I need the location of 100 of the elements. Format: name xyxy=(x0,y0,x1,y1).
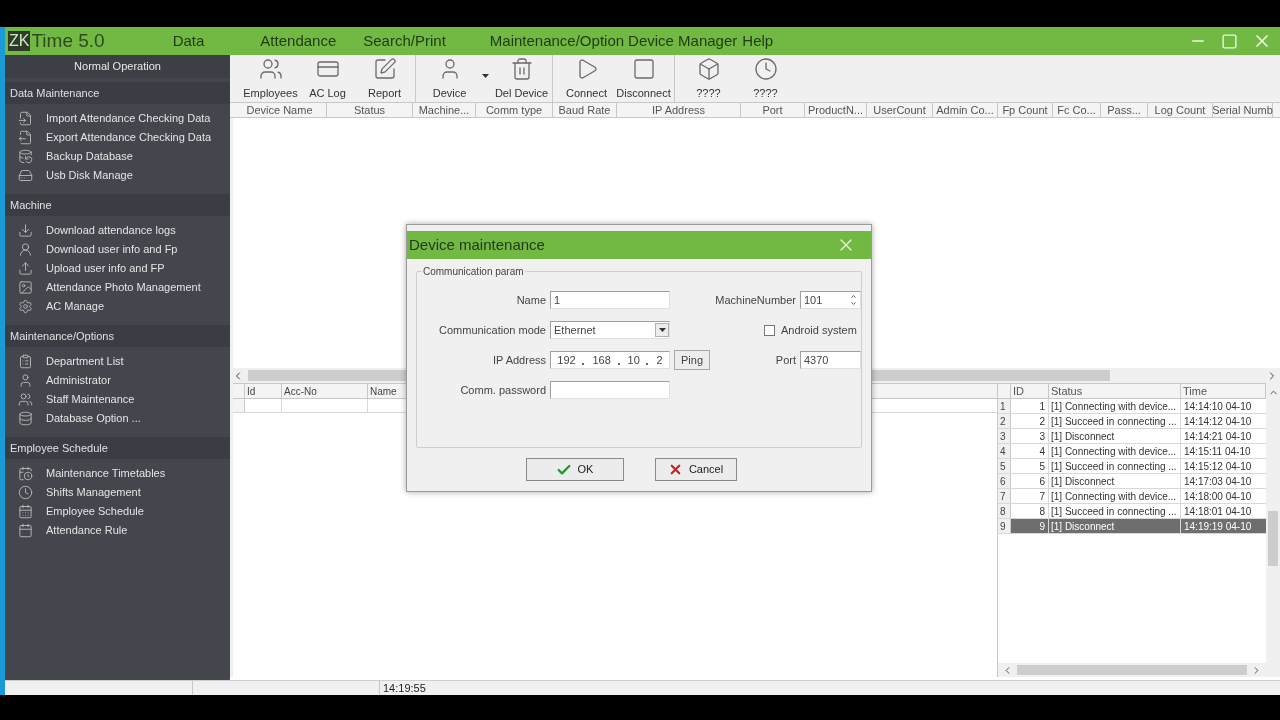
sidebar-item[interactable]: Import Attendance Checking Data xyxy=(46,110,211,127)
column-header[interactable]: Log Count xyxy=(1148,103,1213,117)
table-cell: 5 xyxy=(1011,459,1049,473)
ok-button[interactable]: OK xyxy=(525,458,624,481)
password-field[interactable] xyxy=(550,381,670,399)
menu-item[interactable]: Search/Print xyxy=(363,29,446,53)
column-header[interactable]: UserCount xyxy=(867,103,933,117)
column-header[interactable]: ProductN... xyxy=(805,103,867,117)
column-header[interactable]: Comm type xyxy=(476,103,553,117)
users-icon xyxy=(258,56,283,81)
scroll-thumb[interactable] xyxy=(1268,511,1278,566)
checkbox-label: Android system xyxy=(781,322,857,338)
log-row[interactable]: 6 6 [1] Disconnect 14:17:03 04-10 xyxy=(998,474,1266,489)
android-checkbox[interactable] xyxy=(764,324,775,336)
machine-number-spinner[interactable]: 101 xyxy=(800,291,861,309)
pencil-square-icon xyxy=(372,56,397,81)
toolbar-button[interactable]: ???? xyxy=(737,55,794,102)
log-row[interactable]: 3 3 [1] Disconnect 14:14:21 04-10 xyxy=(998,429,1266,444)
log-row[interactable]: 8 8 [1] Succeed in connecting ... 14:18:01 04-10 xyxy=(998,504,1266,519)
mode-dropdown[interactable]: Ethernet xyxy=(550,321,670,339)
row-header: 3 xyxy=(998,429,1011,443)
caret-icon xyxy=(658,328,666,332)
name-field[interactable]: 1 xyxy=(550,291,670,309)
sidebar-section-header[interactable]: Employee Schedule xyxy=(5,437,230,459)
menu-item[interactable]: Maintenance/Option xyxy=(489,29,625,53)
column-header[interactable]: Id xyxy=(245,384,282,398)
column-header[interactable]: Device Name xyxy=(233,103,327,117)
sidebar-item[interactable]: Download attendance logs xyxy=(46,222,176,239)
port-field[interactable]: 4370 xyxy=(800,351,861,369)
file-export-icon xyxy=(18,130,33,145)
sidebar-section-header[interactable]: Machine xyxy=(5,194,230,216)
menu-item[interactable]: Attendance xyxy=(260,29,337,53)
column-header[interactable]: Status xyxy=(1049,384,1181,398)
log-row[interactable]: 4 4 [1] Connecting with device... 14:15:11 04-10 xyxy=(998,444,1266,459)
table-cell: [1] Succeed in connecting ... xyxy=(1049,414,1181,428)
settings-icon xyxy=(18,299,33,314)
caret-icon[interactable] xyxy=(482,73,489,78)
sidebar-item[interactable]: Export Attendance Checking Data xyxy=(46,129,212,146)
sidebar-item[interactable]: Maintenance Timetables xyxy=(46,465,166,482)
column-header[interactable]: Status xyxy=(327,103,413,117)
column-header[interactable]: Pass... xyxy=(1101,103,1148,117)
log-row[interactable]: 2 2 [1] Succeed in connecting ... 14:14:12 04-10 xyxy=(998,414,1266,429)
log-row[interactable]: 9 9 [1] Disconnect 14:19:19 04-10 xyxy=(998,519,1266,534)
ping-button[interactable]: Ping xyxy=(674,350,710,370)
sidebar-item[interactable]: Download user info and Fp xyxy=(46,241,178,258)
menu-item[interactable]: Data xyxy=(172,29,205,53)
sidebar-item[interactable]: Attendance Rule xyxy=(46,522,128,539)
table-cell-text: 14:18:00 04-10 xyxy=(1183,490,1253,503)
sidebar-item[interactable]: Department List xyxy=(46,353,124,370)
column-header[interactable]: Machine... xyxy=(413,103,476,117)
table-cell: 2 xyxy=(1011,414,1049,428)
sidebar-item[interactable]: Database Option ... xyxy=(46,410,141,427)
maximize-icon[interactable] xyxy=(1221,32,1238,50)
menu-item[interactable]: Help xyxy=(742,29,774,53)
column-header[interactable]: Port xyxy=(741,103,805,117)
status-time: 14:19:55 xyxy=(382,681,426,695)
cube-icon xyxy=(696,56,721,81)
log-row[interactable]: 7 7 [1] Connecting with device... 14:18:00 04-10 xyxy=(998,489,1266,504)
ip-address-field[interactable]: 192 168 10 2 xyxy=(550,351,670,369)
table-cell-text: 14:15:11 04-10 xyxy=(1183,445,1252,458)
toolbar-button[interactable]: Report xyxy=(356,55,413,102)
column-header[interactable]: Admin Co... xyxy=(933,103,998,117)
sidebar-item[interactable]: Backup Database xyxy=(46,148,133,165)
toolbar-button[interactable]: Connect xyxy=(558,55,615,102)
sidebar-item[interactable]: Administrator xyxy=(46,372,111,389)
toolbar-button[interactable]: Device xyxy=(421,55,478,102)
table-cell: 8 xyxy=(1011,504,1049,518)
column-header[interactable]: Baud Rate xyxy=(553,103,617,117)
calendar-icon xyxy=(18,523,33,538)
sidebar-item[interactable]: Attendance Photo Management xyxy=(46,279,201,296)
table-cell-text: 14:14:10 04-10 xyxy=(1183,400,1253,413)
sidebar-section-header[interactable]: Maintenance/Options xyxy=(5,325,230,347)
field-label: Communication mode xyxy=(438,322,546,338)
log-row[interactable]: 1 1 [1] Connecting with device... 14:14:10 04-10 xyxy=(998,399,1266,414)
drive-icon xyxy=(18,168,33,183)
column-header[interactable]: IP Address xyxy=(617,103,741,117)
sidebar-section-header[interactable]: Data Maintenance xyxy=(5,82,230,104)
sidebar-item[interactable]: Usb Disk Manage xyxy=(46,167,133,184)
column-header[interactable]: Acc-No xyxy=(282,384,368,398)
column-header[interactable]: Serial Numb xyxy=(1213,103,1273,117)
scrollbar[interactable] xyxy=(998,663,1280,677)
sidebar-item[interactable]: AC Manage xyxy=(46,298,105,315)
sidebar-title: Normal Operation xyxy=(5,55,230,78)
scroll-thumb[interactable] xyxy=(1017,665,1247,675)
cancel-button[interactable]: Cancel xyxy=(654,458,737,481)
toolbar-button[interactable]: Employees xyxy=(242,55,299,102)
menu-item[interactable]: Device Manager xyxy=(628,29,738,53)
column-header[interactable]: ID xyxy=(1011,384,1049,398)
toolbar-button[interactable]: AC Log xyxy=(299,55,356,102)
table-cell: 4 xyxy=(1011,444,1049,458)
sidebar-item[interactable]: Upload user info and FP xyxy=(46,260,165,277)
sidebar-item[interactable]: Staff Maintenance xyxy=(46,391,135,408)
sidebar-item[interactable]: Employee Schedule xyxy=(46,503,144,520)
column-header[interactable]: Fp Count xyxy=(998,103,1053,117)
toolbar-button[interactable]: ???? xyxy=(680,55,737,102)
sidebar-item[interactable]: Shifts Management xyxy=(46,484,141,501)
column-header[interactable]: Fc Co... xyxy=(1053,103,1101,117)
toolbar-button[interactable]: Disconnect xyxy=(615,55,672,102)
toolbar-button[interactable]: Del Device xyxy=(493,55,550,102)
log-row[interactable]: 5 5 [1] Succeed in connecting ... 14:15:12 04-10 xyxy=(998,459,1266,474)
